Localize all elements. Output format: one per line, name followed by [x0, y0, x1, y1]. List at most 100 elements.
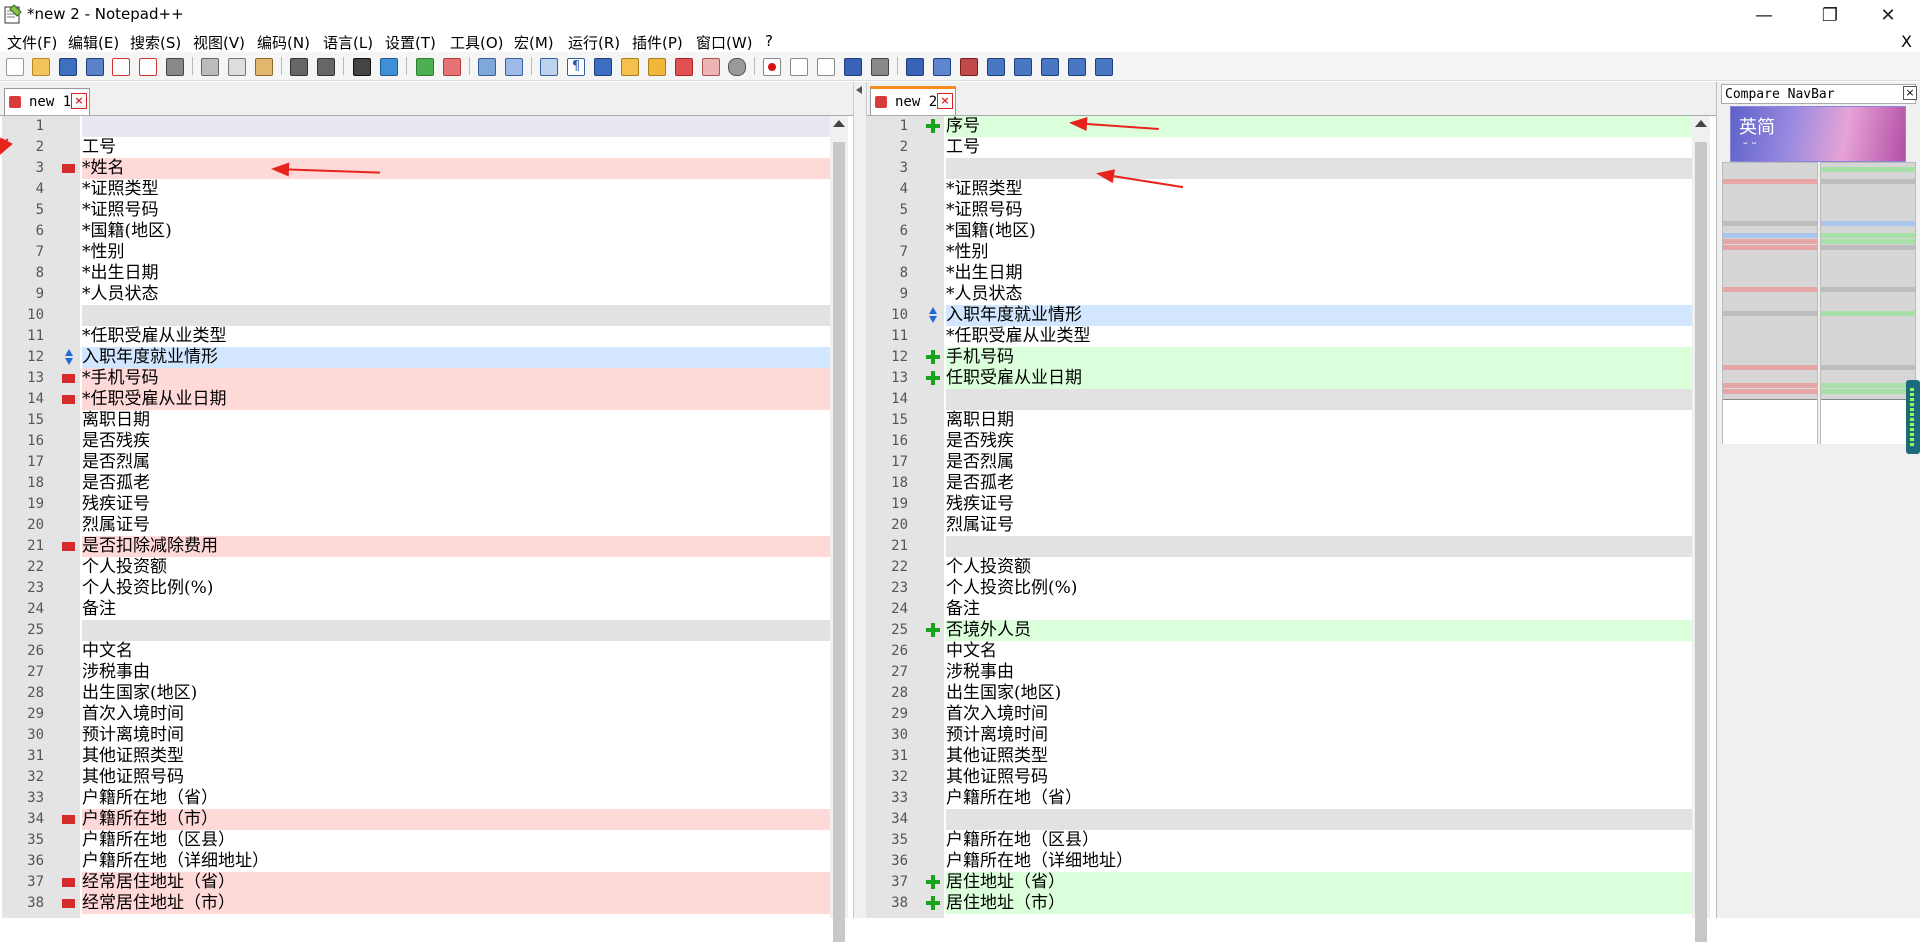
copy-icon[interactable] [228, 58, 246, 76]
first-diff-icon[interactable] [987, 58, 1005, 76]
menu-plugins[interactable]: 插件(P) [632, 32, 683, 53]
menu-run[interactable]: 运行(R) [568, 32, 620, 53]
line-text[interactable]: 烈属证号 [946, 515, 1692, 536]
line-text[interactable]: 是否孤老 [946, 473, 1692, 494]
line-text[interactable]: 备注 [82, 599, 830, 620]
maximize-button[interactable]: ❐ [1807, 0, 1853, 30]
line-text[interactable]: 个人投资比例(%) [946, 578, 1692, 599]
line-text[interactable]: 备注 [946, 599, 1692, 620]
line-text[interactable] [946, 809, 1692, 830]
line-text[interactable]: 个人投资额 [946, 557, 1692, 578]
minimize-button[interactable]: — [1741, 0, 1787, 30]
tab-new-2[interactable]: new 2 × [870, 86, 956, 115]
line-text[interactable]: *出生日期 [82, 263, 830, 284]
print-icon[interactable] [166, 58, 184, 76]
line-text[interactable]: 居住地址（市） [946, 893, 1692, 914]
line-text[interactable]: *姓名 [82, 158, 830, 179]
line-text[interactable]: *国籍(地区) [946, 221, 1692, 242]
line-text[interactable]: 其他证照号码 [946, 767, 1692, 788]
scroll-up-icon[interactable] [1695, 120, 1707, 127]
line-text[interactable]: 其他证照类型 [82, 746, 830, 767]
right-vertical-scrollbar[interactable] [1692, 116, 1710, 942]
left-vertical-scrollbar[interactable] [830, 116, 848, 942]
menu-edit[interactable]: 编辑(E) [68, 32, 119, 53]
line-text[interactable]: 离职日期 [82, 410, 830, 431]
menu-macro[interactable]: 宏(M) [514, 32, 554, 53]
line-text[interactable]: 是否扣除减除费用 [82, 536, 830, 557]
menu-encoding[interactable]: 编码(N) [257, 32, 310, 53]
line-text[interactable]: 中文名 [82, 641, 830, 662]
menu-window[interactable]: 窗口(W) [696, 32, 753, 53]
redo-icon[interactable] [317, 58, 335, 76]
line-text[interactable]: 个人投资比例(%) [82, 578, 830, 599]
line-text[interactable]: 工号 [946, 137, 1692, 158]
line-text[interactable]: 首次入境时间 [82, 704, 830, 725]
zoom-out-icon[interactable] [443, 58, 461, 76]
line-text[interactable]: 户籍所在地（详细地址） [82, 851, 830, 872]
line-text[interactable]: 是否残疾 [946, 431, 1692, 452]
menu-tools[interactable]: 工具(O) [450, 32, 504, 53]
show-all-chars-icon[interactable]: ¶ [567, 58, 585, 76]
line-text[interactable]: 预计离境时间 [82, 725, 830, 746]
line-text[interactable]: 工号 [82, 137, 830, 158]
line-text[interactable]: 其他证照号码 [82, 767, 830, 788]
line-text[interactable]: *出生日期 [946, 263, 1692, 284]
scroll-thumb[interactable] [1695, 142, 1707, 942]
line-text[interactable]: *性别 [946, 242, 1692, 263]
close-document-button[interactable]: X [1901, 32, 1912, 51]
navbar-left-map[interactable] [1722, 162, 1818, 444]
line-text[interactable]: 是否孤老 [82, 473, 830, 494]
line-text[interactable]: 任职受雇从业日期 [946, 368, 1692, 389]
line-text[interactable]: *人员状态 [82, 284, 830, 305]
document-map-icon[interactable] [648, 58, 666, 76]
menu-help[interactable]: ? [765, 32, 773, 50]
line-text[interactable]: *证照号码 [82, 200, 830, 221]
save-icon[interactable] [59, 58, 77, 76]
line-text[interactable]: *证照类型 [946, 179, 1692, 200]
line-text[interactable]: 经常居住地址（市） [82, 893, 830, 914]
navbar-viewport[interactable] [1821, 399, 1915, 444]
compare-icon[interactable] [906, 58, 924, 76]
line-text[interactable]: 个人投资额 [82, 557, 830, 578]
cut-icon[interactable] [201, 58, 219, 76]
folder-workspace-icon[interactable] [702, 58, 720, 76]
sync-horizontal-icon[interactable] [505, 58, 523, 76]
tab-new-1[interactable]: new 1 × [4, 88, 90, 115]
line-text[interactable] [82, 305, 830, 326]
pane-splitter[interactable] [853, 82, 867, 918]
navigation-bar-icon[interactable] [1095, 58, 1113, 76]
line-text[interactable]: 预计离境时间 [946, 725, 1692, 746]
line-text[interactable]: *任职受雇从业类型 [82, 326, 830, 347]
line-text[interactable]: 户籍所在地（省） [82, 788, 830, 809]
run-macro-multiple-icon[interactable] [844, 58, 862, 76]
line-text[interactable]: 序号 [946, 116, 1692, 137]
new-file-icon[interactable] [6, 58, 24, 76]
undo-icon[interactable] [290, 58, 308, 76]
menu-language[interactable]: 语言(L) [323, 32, 373, 53]
line-text[interactable]: *人员状态 [946, 284, 1692, 305]
line-text[interactable]: 涉税事由 [82, 662, 830, 683]
line-text[interactable]: 离职日期 [946, 410, 1692, 431]
line-text[interactable]: *证照类型 [82, 179, 830, 200]
line-text[interactable]: 户籍所在地（市） [82, 809, 830, 830]
side-meter-widget[interactable] [1906, 380, 1920, 454]
line-text[interactable]: *国籍(地区) [82, 221, 830, 242]
save-macro-icon[interactable] [871, 58, 889, 76]
line-text[interactable] [946, 536, 1692, 557]
paste-icon[interactable] [255, 58, 273, 76]
save-all-icon[interactable] [86, 58, 104, 76]
compare-last-save-icon[interactable] [960, 58, 978, 76]
line-text[interactable]: 否境外人员 [946, 620, 1692, 641]
record-macro-icon[interactable] [763, 58, 781, 76]
function-list-icon[interactable] [675, 58, 693, 76]
line-text[interactable]: 户籍所在地（省） [946, 788, 1692, 809]
menu-file[interactable]: 文件(F) [7, 32, 57, 53]
close-file-icon[interactable] [112, 58, 130, 76]
compare-clear-icon[interactable] [933, 58, 951, 76]
menu-search[interactable]: 搜索(S) [130, 32, 181, 53]
tab-close-icon[interactable]: × [71, 93, 87, 109]
line-text[interactable] [82, 620, 830, 641]
line-text[interactable]: 残疾证号 [82, 494, 830, 515]
line-text[interactable]: 居住地址（省） [946, 872, 1692, 893]
line-text[interactable]: *手机号码 [82, 368, 830, 389]
